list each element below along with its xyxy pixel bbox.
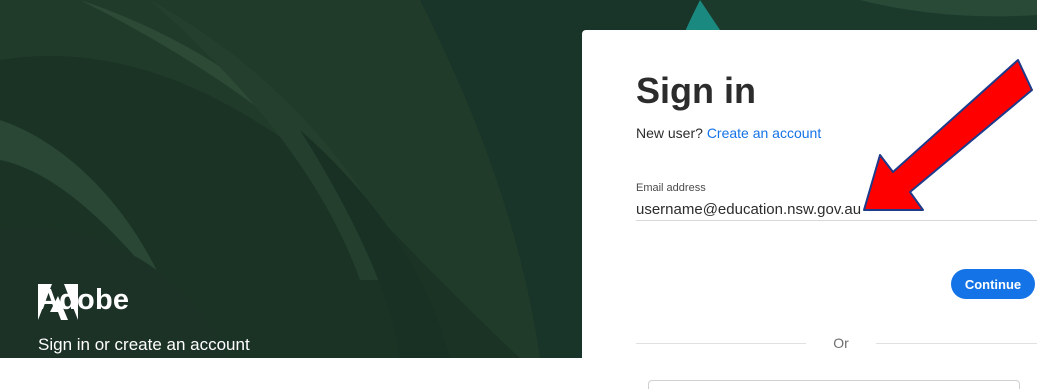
email-field[interactable] [636,198,1037,221]
divider-text: Or [833,335,849,351]
continue-button[interactable]: Continue [951,269,1035,299]
new-user-text: New user? [636,125,703,141]
divider-line-left [636,343,806,344]
or-divider: Or [636,335,1037,351]
adobe-logo-icon [38,284,78,320]
page-title: Sign in [636,70,756,111]
create-account-link[interactable]: Create an account [707,125,821,141]
email-label: Email address [636,182,706,194]
brand-lockup: Adobe [38,284,129,320]
new-user-prompt: New user? Create an account [636,125,821,141]
divider-line-right [876,343,1037,344]
social-signin-button[interactable] [648,380,1020,389]
brand-tagline: Sign in or create an account [38,335,250,354]
signin-card: Sign in New user? Create an account Emai… [582,30,1037,389]
